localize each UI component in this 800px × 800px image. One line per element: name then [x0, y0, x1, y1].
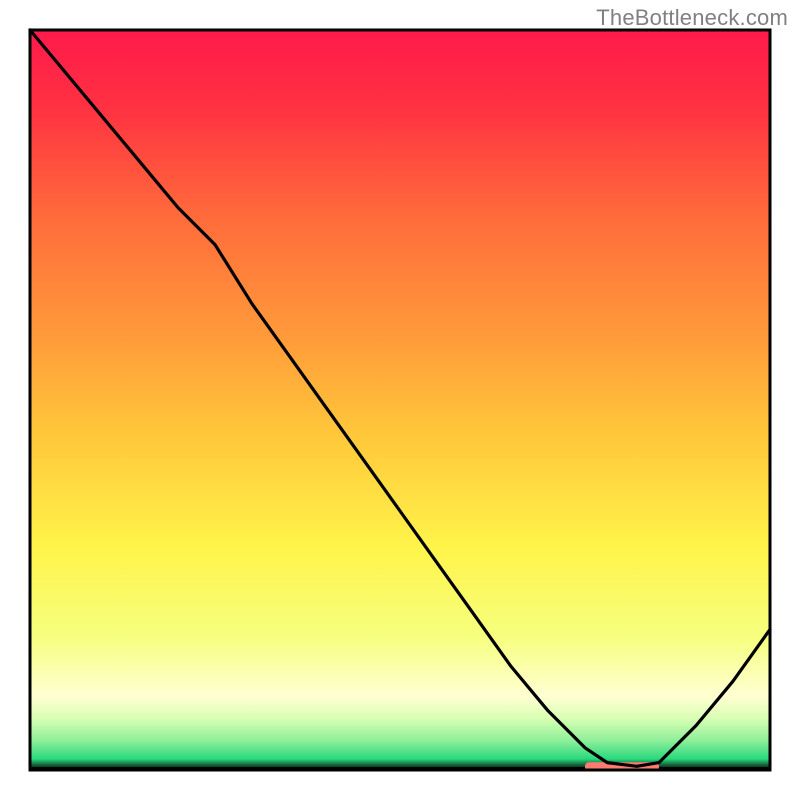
watermark-text: TheBottleneck.com	[596, 5, 788, 31]
chart-root: TheBottleneck.com	[0, 0, 800, 800]
bottleneck-chart	[0, 0, 800, 800]
gradient-background	[30, 30, 770, 770]
